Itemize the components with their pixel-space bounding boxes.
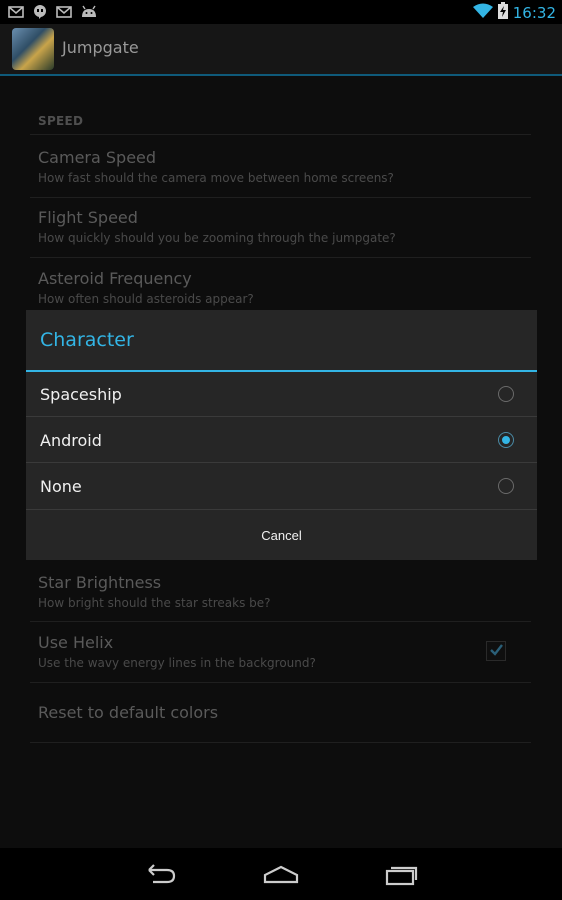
divider <box>26 416 537 417</box>
divider <box>30 197 531 198</box>
option-label: Android <box>40 431 102 450</box>
hangouts-icon <box>32 4 48 19</box>
pref-summary: How bright should the star streaks be? <box>38 596 271 610</box>
status-time: 16:32 <box>512 3 556 22</box>
pref-camera-speed[interactable]: Camera Speed How fast should the camera … <box>38 148 508 185</box>
divider <box>30 257 531 258</box>
option-spaceship[interactable]: Spaceship <box>26 372 537 417</box>
radio-none[interactable] <box>498 478 514 494</box>
divider <box>30 621 531 622</box>
pref-use-helix[interactable]: Use Helix Use the wavy energy lines in t… <box>38 633 508 670</box>
divider <box>30 742 531 743</box>
pref-summary: How often should asteroids appear? <box>38 292 254 306</box>
action-bar: Jumpgate <box>0 24 562 76</box>
pref-title: Flight Speed <box>38 208 138 227</box>
option-android[interactable]: Android <box>26 418 537 463</box>
pref-summary: How quickly should you be zooming throug… <box>38 231 396 245</box>
dialog-button-bar: Cancel <box>26 509 537 561</box>
recents-icon[interactable] <box>381 860 421 888</box>
cancel-button[interactable]: Cancel <box>26 510 537 561</box>
use-helix-checkbox[interactable] <box>486 641 506 661</box>
back-icon[interactable] <box>141 860 181 888</box>
option-label: None <box>40 477 82 496</box>
app-title: Jumpgate <box>62 38 139 57</box>
pref-title: Camera Speed <box>38 148 157 167</box>
option-label: Spaceship <box>40 385 122 404</box>
pref-summary: How fast should the camera move between … <box>38 171 394 185</box>
battery-charging-icon <box>497 2 508 23</box>
pref-category-speed: SPEED <box>38 114 84 128</box>
divider <box>26 462 537 463</box>
pref-star-brightness[interactable]: Star Brightness How bright should the st… <box>38 573 508 610</box>
check-icon <box>490 644 503 656</box>
pref-title: Use Helix <box>38 633 114 652</box>
system-icons: 16:32 <box>472 2 556 23</box>
radio-spaceship[interactable] <box>498 386 514 402</box>
dialog-title: Character <box>40 329 134 351</box>
notification-icons <box>8 4 96 19</box>
radio-android[interactable] <box>498 432 514 448</box>
android-debug-icon <box>80 4 96 18</box>
pref-title: Reset to default colors <box>38 703 219 722</box>
navigation-bar <box>0 848 562 900</box>
pref-summary: Use the wavy energy lines in the backgro… <box>38 656 316 670</box>
pref-title: Asteroid Frequency <box>38 269 192 288</box>
status-bar: 16:32 <box>0 0 562 24</box>
pref-asteroid-frequency[interactable]: Asteroid Frequency How often should aste… <box>38 269 508 306</box>
gmail-icon <box>8 4 24 18</box>
pref-reset-colors[interactable]: Reset to default colors <box>38 703 508 722</box>
option-none[interactable]: None <box>26 464 537 509</box>
divider <box>30 682 531 683</box>
pref-title: Star Brightness <box>38 573 162 592</box>
divider <box>30 134 531 135</box>
wifi-icon <box>472 3 493 23</box>
home-icon[interactable] <box>261 860 301 888</box>
app-icon[interactable] <box>12 28 54 70</box>
gmail-icon <box>56 4 72 18</box>
character-dialog: Character Spaceship Android None Cancel <box>26 310 537 560</box>
pref-flight-speed[interactable]: Flight Speed How quickly should you be z… <box>38 208 508 245</box>
